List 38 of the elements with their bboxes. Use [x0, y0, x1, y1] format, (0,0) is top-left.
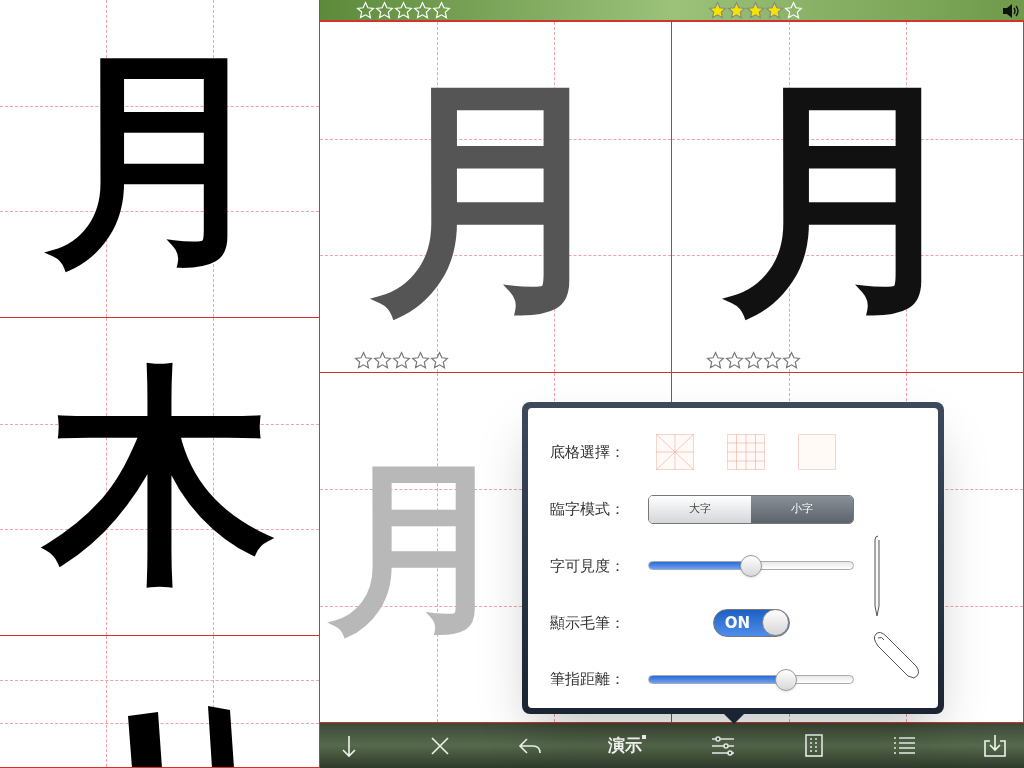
popover-pointer [722, 712, 746, 724]
star-icon [763, 350, 782, 370]
segment-tab[interactable]: 大字 [649, 495, 751, 523]
star-icon [375, 0, 394, 20]
demo-button[interactable]: 演示 [607, 732, 646, 759]
star-icon [746, 0, 765, 20]
toggle-switch[interactable]: ON [712, 608, 790, 637]
setting-label: 筆指距離： [550, 669, 626, 691]
setting-label: 底格選擇： [550, 442, 626, 464]
star-icon [394, 0, 413, 20]
download-icon[interactable] [981, 732, 1008, 759]
calligraphy-character: 月 [722, 71, 973, 322]
star-icon [706, 350, 725, 370]
star-icon [727, 0, 746, 20]
segment-tab[interactable]: 小字 [751, 495, 853, 523]
star-icon [708, 0, 727, 20]
star-icon [725, 350, 744, 370]
calligraphy-character: 月 [44, 43, 275, 274]
star-icon [413, 0, 432, 20]
setting-label: 臨字模式： [550, 498, 626, 520]
star-icon [354, 350, 373, 370]
star-icon [782, 350, 801, 370]
star-icon [356, 0, 375, 20]
star-icon [392, 350, 411, 370]
star-icon [784, 0, 803, 20]
calligraphy-character: 月 [370, 71, 621, 322]
setting-label: 字可見度： [550, 555, 626, 577]
star-icon [744, 350, 763, 370]
calligraphy-character: 月 [328, 454, 513, 640]
star-icon [765, 0, 784, 20]
star-icon [411, 350, 430, 370]
speaker-icon[interactable] [1002, 4, 1020, 18]
star-icon [430, 350, 449, 370]
slider[interactable] [648, 667, 854, 692]
setting-label: 顯示毛筆： [550, 612, 626, 634]
star-icon [373, 350, 392, 370]
star-icon [432, 0, 451, 20]
slider[interactable] [648, 554, 854, 578]
